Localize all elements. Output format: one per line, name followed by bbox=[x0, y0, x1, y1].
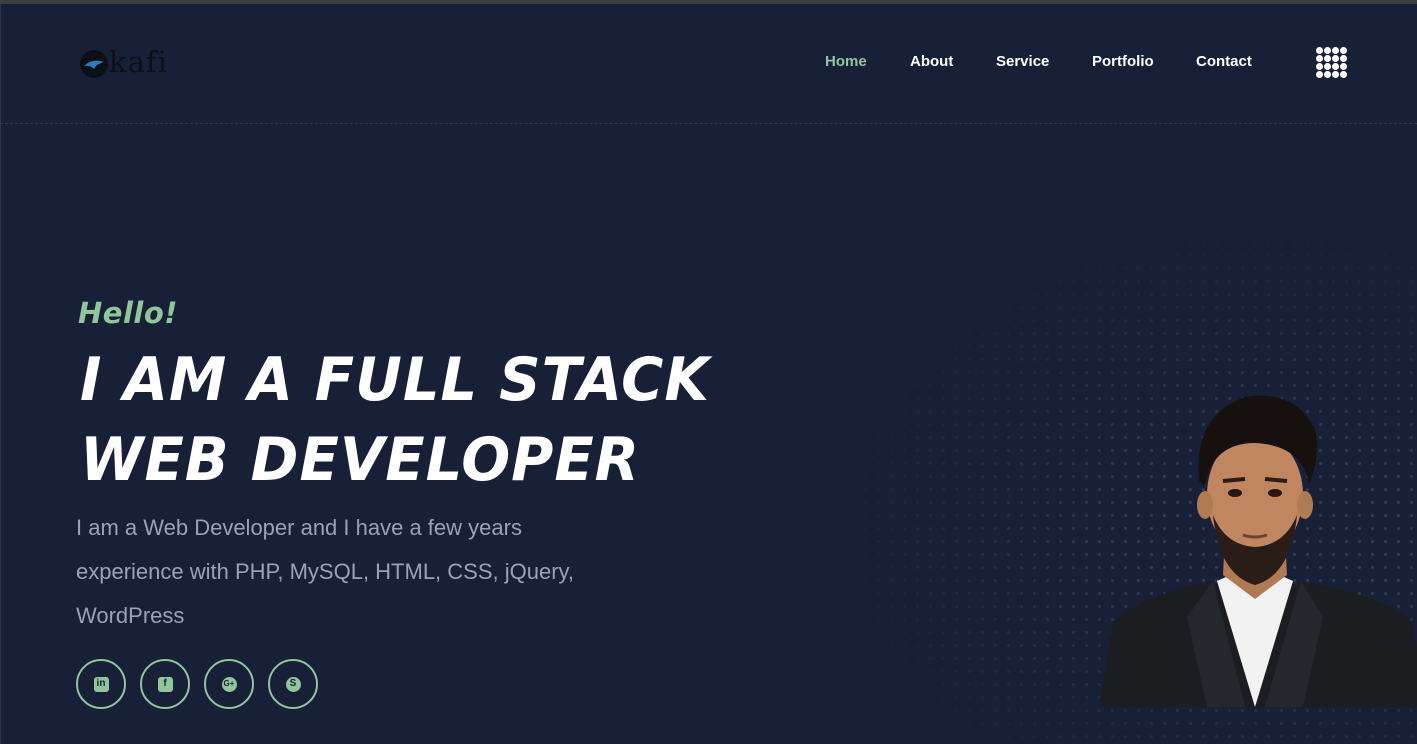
skype-icon: S bbox=[285, 676, 301, 692]
hero-intro-line-2: experience with PHP, MySQL, HTML, CSS, j… bbox=[76, 559, 575, 584]
page: kafi Home About Service Portfolio Contac… bbox=[0, 0, 1417, 744]
linkedin-button[interactable]: in bbox=[76, 659, 126, 709]
hero-intro-line-1: I am a Web Developer and I have a few ye… bbox=[76, 515, 522, 540]
hero-headline-line-2: WEB DEVELOPER bbox=[80, 425, 640, 495]
window-left-edge bbox=[0, 4, 1, 744]
site-logo[interactable]: kafi bbox=[80, 46, 168, 82]
logo-text: kafi bbox=[109, 45, 168, 79]
google-plus-button[interactable]: G+ bbox=[204, 659, 254, 709]
nav-about[interactable]: About bbox=[910, 52, 953, 72]
hero-greeting: Hello! bbox=[78, 296, 178, 330]
header-divider bbox=[0, 123, 1417, 124]
nav-service[interactable]: Service bbox=[996, 52, 1049, 72]
hero-headline-line-1: I AM A FULL STACK bbox=[80, 345, 710, 415]
google-plus-icon: G+ bbox=[221, 676, 237, 692]
hero-intro: I am a Web Developer and I have a few ye… bbox=[76, 506, 616, 638]
linkedin-icon: in bbox=[93, 676, 109, 692]
hero-intro-line-3: WordPress bbox=[76, 603, 185, 628]
skype-button[interactable]: S bbox=[268, 659, 318, 709]
profile-photo bbox=[1099, 395, 1417, 707]
logo-mark-icon bbox=[80, 50, 108, 78]
nav-portfolio[interactable]: Portfolio bbox=[1092, 52, 1154, 72]
grid-menu-icon[interactable] bbox=[1316, 47, 1347, 78]
window-top-edge bbox=[0, 0, 1417, 4]
nav-contact[interactable]: Contact bbox=[1196, 52, 1252, 72]
facebook-button[interactable]: f bbox=[140, 659, 190, 709]
hero-headline: I AM A FULL STACK WEB DEVELOPER bbox=[80, 340, 710, 500]
facebook-icon: f bbox=[157, 676, 173, 692]
social-links: in f G+ S bbox=[76, 659, 332, 709]
nav-home[interactable]: Home bbox=[825, 52, 867, 72]
